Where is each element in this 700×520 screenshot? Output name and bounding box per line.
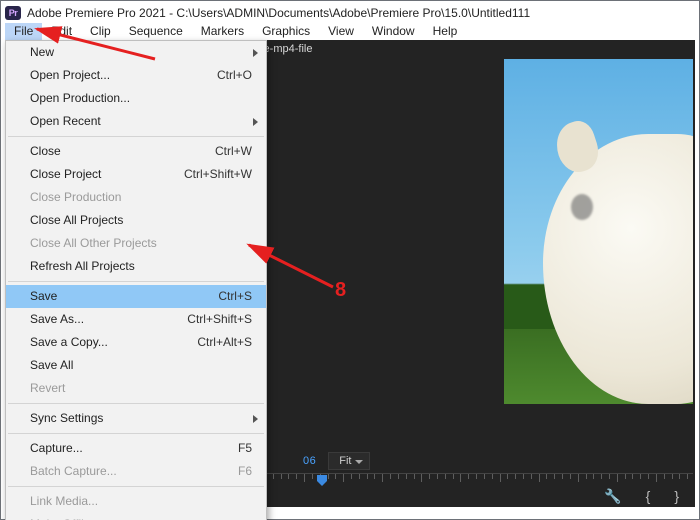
menu-separator	[8, 486, 264, 487]
file-menu-revert: Revert	[6, 377, 266, 400]
menu-item-label: New	[30, 45, 54, 60]
timecode-display[interactable]: 06	[303, 455, 316, 467]
menu-item-shortcut: F5	[238, 441, 252, 456]
file-menu-close[interactable]: Close Ctrl+W	[6, 140, 266, 163]
zoom-select-label: Fit	[339, 455, 351, 467]
menu-item-label: Save As...	[30, 312, 84, 327]
menu-item-label: Sync Settings	[30, 411, 103, 426]
file-menu-capture[interactable]: Capture... F5	[6, 437, 266, 460]
file-menu-sync-settings[interactable]: Sync Settings	[6, 407, 266, 430]
menu-item-label: Revert	[30, 381, 65, 396]
menu-graphics[interactable]: Graphics	[253, 23, 319, 40]
file-menu-save-all[interactable]: Save All	[6, 354, 266, 377]
monitor-tool-icons: 🔧 { }	[604, 488, 679, 505]
title-bar: Pr Adobe Premiere Pro 2021 - C:\Users\AD…	[5, 4, 695, 22]
menu-item-label: Capture...	[30, 441, 83, 456]
menu-view[interactable]: View	[319, 23, 363, 40]
menu-markers[interactable]: Markers	[192, 23, 253, 40]
file-menu-link-media: Link Media...	[6, 490, 266, 513]
file-menu-make-offline: Make Offline...	[6, 513, 266, 520]
menu-item-shortcut: Ctrl+S	[218, 289, 252, 304]
menu-item-label: Batch Capture...	[30, 464, 117, 479]
menu-item-label: Close All Other Projects	[30, 236, 157, 251]
mark-in-icon[interactable]: {	[646, 488, 651, 505]
program-monitor[interactable]	[504, 59, 693, 404]
zoom-select[interactable]: Fit	[328, 452, 370, 470]
file-menu-close-all-projects[interactable]: Close All Projects	[6, 209, 266, 232]
wrench-icon[interactable]: 🔧	[604, 488, 621, 505]
menu-separator	[8, 403, 264, 404]
menu-window[interactable]: Window	[363, 23, 424, 40]
mark-out-icon[interactable]: }	[674, 488, 679, 505]
menu-item-label: Save All	[30, 358, 73, 373]
menu-item-label: Refresh All Projects	[30, 259, 135, 274]
menu-item-shortcut: Ctrl+Alt+S	[197, 335, 252, 350]
menu-sequence[interactable]: Sequence	[120, 23, 192, 40]
menu-item-label: Close Project	[30, 167, 101, 182]
menu-bar: File Edit Clip Sequence Markers Graphics…	[5, 23, 695, 41]
menu-item-shortcut: Ctrl+O	[217, 68, 252, 83]
app-badge-icon: Pr	[5, 6, 21, 20]
file-menu-save[interactable]: Save Ctrl+S	[6, 285, 266, 308]
file-menu-open-recent[interactable]: Open Recent	[6, 110, 266, 133]
menu-item-label: Close Production	[30, 190, 121, 205]
file-menu-close-all-other-projects: Close All Other Projects	[6, 232, 266, 255]
menu-item-label: Close	[30, 144, 61, 159]
window-title: Adobe Premiere Pro 2021 - C:\Users\ADMIN…	[27, 6, 530, 20]
menu-item-shortcut: Ctrl+Shift+S	[187, 312, 252, 327]
menu-item-label: Link Media...	[30, 494, 98, 509]
menu-item-shortcut: Ctrl+Shift+W	[184, 167, 252, 182]
menu-item-shortcut: F6	[238, 464, 252, 479]
annotation-step-8: 8	[335, 279, 346, 302]
menu-item-label: Open Project...	[30, 68, 110, 83]
file-menu-save-a-copy[interactable]: Save a Copy... Ctrl+Alt+S	[6, 331, 266, 354]
file-menu-open-project[interactable]: Open Project... Ctrl+O	[6, 64, 266, 87]
chevron-right-icon	[253, 118, 258, 126]
menu-edit[interactable]: Edit	[42, 23, 81, 40]
menu-item-label: Save	[30, 289, 57, 304]
menu-item-label: Save a Copy...	[30, 335, 108, 350]
file-menu-close-production: Close Production	[6, 186, 266, 209]
file-menu-refresh-all-projects[interactable]: Refresh All Projects	[6, 255, 266, 278]
chevron-right-icon	[253, 49, 258, 57]
menu-help[interactable]: Help	[424, 23, 467, 40]
file-menu-new[interactable]: New	[6, 41, 266, 64]
menu-file[interactable]: File	[5, 23, 42, 40]
menu-separator	[8, 281, 264, 282]
menu-item-shortcut: Ctrl+W	[215, 144, 252, 159]
chevron-right-icon	[253, 415, 258, 423]
menu-item-label: Open Recent	[30, 114, 101, 129]
file-menu-open-production[interactable]: Open Production...	[6, 87, 266, 110]
menu-item-label: Close All Projects	[30, 213, 123, 228]
file-menu-dropdown: New Open Project... Ctrl+O Open Production.…	[5, 40, 267, 520]
playhead-icon[interactable]	[317, 475, 327, 485]
menu-separator	[8, 136, 264, 137]
menu-clip[interactable]: Clip	[81, 23, 120, 40]
menu-separator	[8, 433, 264, 434]
menu-item-label: Open Production...	[30, 91, 130, 106]
timeline-ruler[interactable]	[265, 473, 693, 488]
file-menu-save-as[interactable]: Save As... Ctrl+Shift+S	[6, 308, 266, 331]
file-menu-batch-capture: Batch Capture... F6	[6, 460, 266, 483]
file-menu-close-project[interactable]: Close Project Ctrl+Shift+W	[6, 163, 266, 186]
